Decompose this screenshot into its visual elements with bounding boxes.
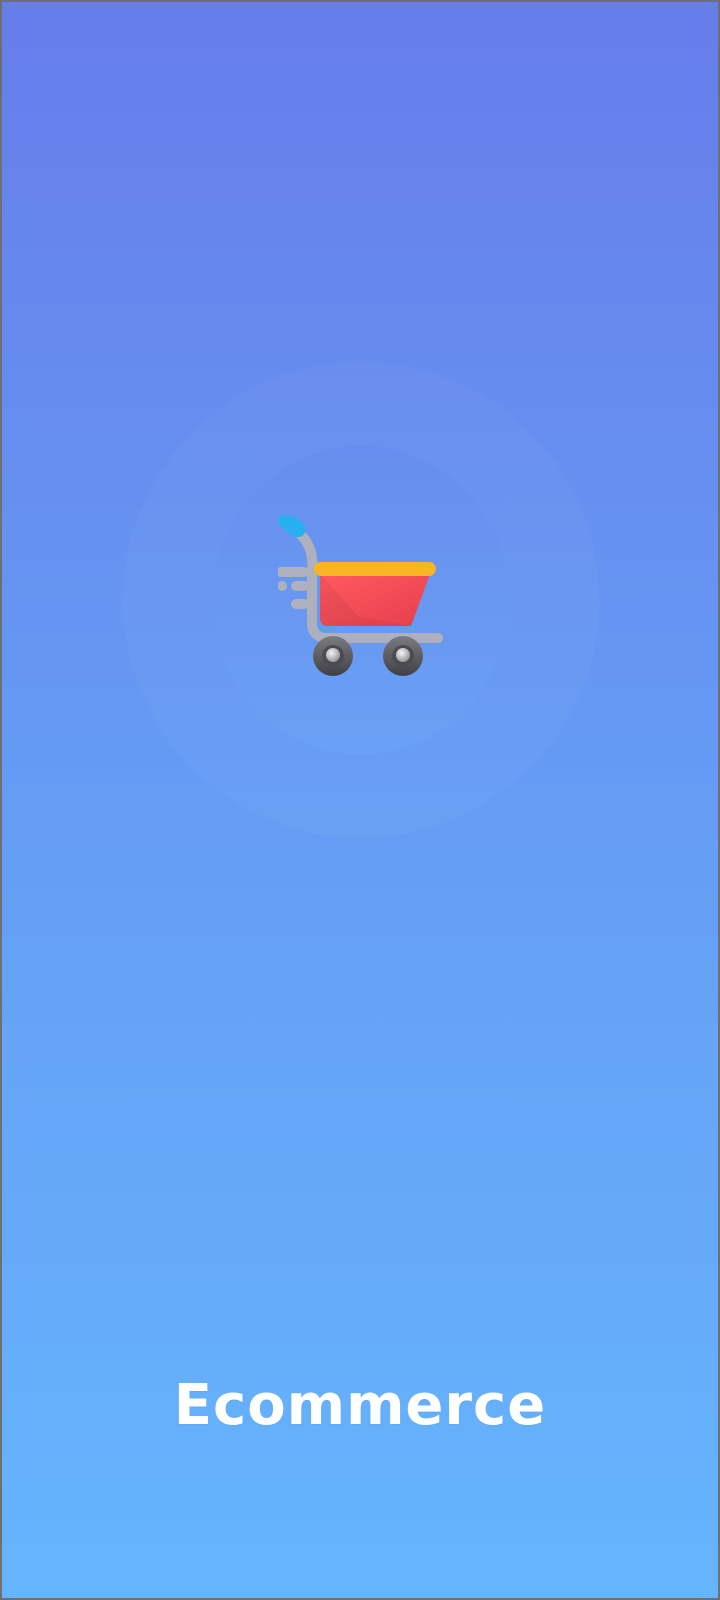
cart-basket [314,562,436,626]
app-name-title: Ecommerce [173,1373,547,1438]
shopping-cart-icon [278,516,443,676]
speed-lines [278,567,309,609]
splash-screen: Ecommerce [0,0,720,1600]
